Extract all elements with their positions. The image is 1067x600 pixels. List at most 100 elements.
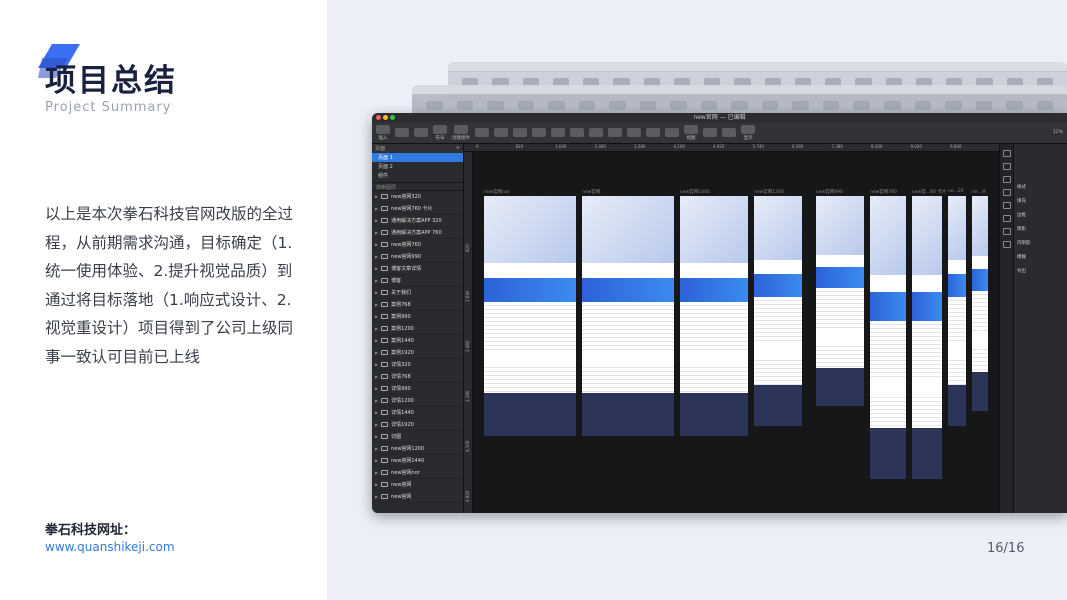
disclosure-icon[interactable]: ▶ bbox=[375, 254, 378, 259]
layer-item[interactable]: ▶ 详情320 bbox=[372, 359, 463, 371]
artboard-label[interactable]: ne...20 bbox=[948, 189, 964, 194]
layer-item[interactable]: ▶ 关于我们 bbox=[372, 287, 463, 299]
toolbar-button[interactable] bbox=[608, 127, 622, 138]
toolbar-button[interactable]: 视图 bbox=[684, 124, 698, 141]
disclosure-icon[interactable]: ▶ bbox=[375, 470, 378, 475]
inspector-tool-icon[interactable] bbox=[1002, 228, 1011, 235]
layer-item[interactable]: ▶ 案例1920 bbox=[372, 347, 463, 359]
disclosure-icon[interactable]: ▶ bbox=[375, 218, 378, 223]
layer-item[interactable]: ▶ 案例990 bbox=[372, 311, 463, 323]
toolbar-button[interactable]: 符号 bbox=[433, 124, 447, 141]
layer-item[interactable]: ▶ new官网1440 bbox=[372, 455, 463, 467]
artboard-preview[interactable] bbox=[972, 196, 988, 411]
layer-item[interactable]: ▶ 详情1920 bbox=[372, 419, 463, 431]
layer-item[interactable]: ▶ new官网990 bbox=[372, 251, 463, 263]
layer-item[interactable]: ▶ new官网 bbox=[372, 491, 463, 503]
page-item[interactable]: 页面 1 bbox=[372, 153, 463, 162]
close-window-button[interactable] bbox=[376, 115, 381, 120]
artboard-label[interactable]: new官网 bbox=[582, 189, 600, 195]
toolbar-button[interactable]: 显示 bbox=[741, 124, 755, 141]
toolbar-button[interactable] bbox=[570, 127, 584, 138]
disclosure-icon[interactable]: ▶ bbox=[375, 422, 378, 427]
disclosure-icon[interactable]: ▶ bbox=[375, 242, 378, 247]
website-url[interactable]: www.quanshikeji.com bbox=[45, 540, 175, 554]
layer-item[interactable]: ▶ 详情1200 bbox=[372, 395, 463, 407]
inspector-tool-icon[interactable] bbox=[1002, 150, 1011, 157]
toolbar-button[interactable] bbox=[414, 127, 428, 138]
inspector-tool-icon[interactable] bbox=[1002, 176, 1011, 183]
layer-item[interactable]: ▶ 案例1440 bbox=[372, 335, 463, 347]
disclosure-icon[interactable]: ▶ bbox=[375, 494, 378, 499]
layer-item[interactable]: ▶ 案例768 bbox=[372, 299, 463, 311]
inspector-tool-icon[interactable] bbox=[1002, 215, 1011, 222]
inspector-tool-icon[interactable] bbox=[1002, 189, 1011, 196]
artboard-label[interactable]: ne...片 bbox=[972, 189, 986, 195]
disclosure-icon[interactable]: ▶ bbox=[375, 434, 378, 439]
toolbar-button[interactable]: 插入 bbox=[376, 124, 390, 141]
artboard-label[interactable]: new官网1200 bbox=[754, 189, 784, 195]
page-item[interactable]: 页面 2 bbox=[372, 162, 463, 171]
inspector-tool-icon[interactable] bbox=[1002, 163, 1011, 170]
toolbar-button[interactable] bbox=[627, 127, 641, 138]
layer-item[interactable]: ▶ 详情990 bbox=[372, 383, 463, 395]
style-panel-item[interactable]: 内阴影 bbox=[1017, 240, 1031, 246]
design-canvas[interactable]: 0 820 1,640 2,460 3,280 4,100 4,920 5,740 6,560 7… bbox=[464, 144, 999, 513]
disclosure-icon[interactable]: ▶ bbox=[375, 410, 378, 415]
zoom-window-button[interactable] bbox=[390, 115, 395, 120]
disclosure-icon[interactable]: ▶ bbox=[375, 362, 378, 367]
toolbar-button[interactable] bbox=[646, 127, 660, 138]
zoom-indicator[interactable]: 12% bbox=[1053, 130, 1063, 135]
disclosure-icon[interactable]: ▶ bbox=[375, 338, 378, 343]
layer-item[interactable]: ▶ new官网1200 bbox=[372, 443, 463, 455]
disclosure-icon[interactable]: ▶ bbox=[375, 374, 378, 379]
artboard-label[interactable]: new官网nor bbox=[484, 189, 510, 195]
inspector-tool-icon[interactable] bbox=[1002, 202, 1011, 209]
artboard-preview[interactable] bbox=[754, 196, 802, 426]
artboard-preview[interactable] bbox=[484, 196, 576, 436]
disclosure-icon[interactable]: ▶ bbox=[375, 458, 378, 463]
disclosure-icon[interactable]: ▶ bbox=[375, 482, 378, 487]
layer-item[interactable]: ▶ 切图 bbox=[372, 431, 463, 443]
toolbar-button[interactable] bbox=[665, 127, 679, 138]
layer-item[interactable]: ▶ new官网 bbox=[372, 479, 463, 491]
artboard-preview[interactable] bbox=[582, 196, 674, 436]
minimize-window-button[interactable] bbox=[383, 115, 388, 120]
style-panel-item[interactable]: 样式 bbox=[1017, 184, 1026, 190]
disclosure-icon[interactable]: ▶ bbox=[375, 398, 378, 403]
toolbar-button[interactable] bbox=[513, 127, 527, 138]
toolbar-button[interactable] bbox=[551, 127, 565, 138]
artboard-label[interactable]: new官...60 卡片 bbox=[912, 189, 946, 195]
disclosure-icon[interactable]: ▶ bbox=[375, 290, 378, 295]
layer-item[interactable]: ▶ 通用解决方案APP 320 bbox=[372, 215, 463, 227]
toolbar-button[interactable] bbox=[589, 127, 603, 138]
disclosure-icon[interactable]: ▶ bbox=[375, 386, 378, 391]
disclosure-icon[interactable]: ▶ bbox=[375, 302, 378, 307]
disclosure-icon[interactable]: ▶ bbox=[375, 326, 378, 331]
toolbar-button[interactable] bbox=[494, 127, 508, 138]
toolbar-button[interactable]: 创建组件 bbox=[452, 124, 470, 141]
disclosure-icon[interactable]: ▶ bbox=[375, 266, 378, 271]
layer-item[interactable]: ▶ 详情768 bbox=[372, 371, 463, 383]
inspector-tool-icon[interactable] bbox=[1002, 241, 1011, 248]
disclosure-icon[interactable]: ▶ bbox=[375, 314, 378, 319]
style-panel-item[interactable]: 导出 bbox=[1017, 268, 1026, 274]
disclosure-icon[interactable]: ▶ bbox=[375, 230, 378, 235]
toolbar-button[interactable] bbox=[532, 127, 546, 138]
layer-item[interactable]: ▶ 博客文章详情 bbox=[372, 263, 463, 275]
page-item[interactable]: 组件 bbox=[372, 171, 463, 180]
disclosure-icon[interactable]: ▶ bbox=[375, 194, 378, 199]
layer-item[interactable]: ▶ new官网760 bbox=[372, 239, 463, 251]
layer-item[interactable]: ▶ 详情1440 bbox=[372, 407, 463, 419]
artboard-label[interactable]: new官网760 bbox=[870, 189, 897, 195]
style-panel-item[interactable]: 阴影 bbox=[1017, 226, 1026, 232]
layer-item[interactable]: ▶ 博客 bbox=[372, 275, 463, 287]
layer-item[interactable]: ▶ 通用解决方案APP 760 bbox=[372, 227, 463, 239]
artboard-preview[interactable] bbox=[948, 196, 966, 426]
disclosure-icon[interactable]: ▶ bbox=[375, 206, 378, 211]
layer-item[interactable]: ▶ new官网nor bbox=[372, 467, 463, 479]
style-panel-item[interactable]: 填充 bbox=[1017, 198, 1026, 204]
artboard-preview[interactable] bbox=[912, 196, 942, 479]
layer-item[interactable]: ▶ 案例1200 bbox=[372, 323, 463, 335]
artboard-preview[interactable] bbox=[870, 196, 906, 479]
style-panel-item[interactable]: 模糊 bbox=[1017, 254, 1026, 260]
